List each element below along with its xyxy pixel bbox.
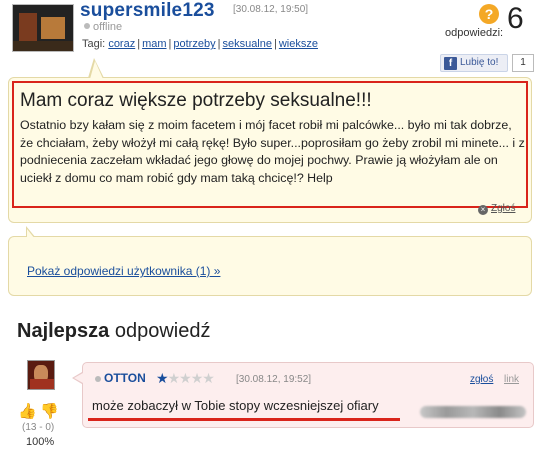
star-empty-icon: ★ [190,370,204,386]
vote-percent: 100% [26,436,55,448]
report-question-label: Zgłoś [491,203,516,214]
author-status: offline [84,21,122,33]
tag-link[interactable]: coraz [108,38,135,50]
answer-author-username[interactable]: OTTON [104,371,146,385]
thumbs-down-icon[interactable]: 👎 [40,402,59,420]
star-empty-icon: ★ [167,370,181,386]
answer-datetime: [30.08.12, 19:52] [236,374,312,385]
rating-stars: ★★★★★ [156,370,215,387]
show-user-answers-link[interactable]: Pokaż odpowiedzi użytkownika (1) » [27,264,220,278]
star-empty-icon: ★ [202,370,215,386]
bubble-tail-inner [27,229,35,239]
facebook-icon: f [444,57,457,70]
question-title: Mam coraz większe potrzeby seksualne!!! [20,90,372,111]
tag-link[interactable]: seksualne [222,38,272,50]
answers-count: 6 [507,2,524,35]
like-count: 1 [512,54,534,72]
author-username[interactable]: supersmile123 [80,0,215,22]
status-dot-icon [84,23,90,29]
tag-link[interactable]: potrzeby [173,38,215,50]
best-answer-heading-bold: Najlepsza [17,320,110,342]
answer-author-avatar[interactable] [27,360,55,390]
tag-list: Tagi: coraz | mam | potrzeby | seksualne | wieks… [82,38,318,50]
best-answer-heading-rest: odpowiedź [114,320,211,342]
tags-label: Tagi: [82,38,106,50]
thumbs-up-icon[interactable]: 👍 [18,402,37,420]
tag-link[interactable]: mam [142,38,166,50]
star-empty-icon: ★ [179,370,192,386]
bubble-tail-inner [90,61,103,79]
bubble-tail-inner [74,373,83,383]
tag-link[interactable]: wieksze [279,38,318,50]
status-text: offline [93,21,123,33]
star-filled-icon: ★ [156,370,169,386]
answer-permalink[interactable]: link [504,374,519,385]
answer-text: może zobaczył w Tobie stopy wczesniejsze… [92,398,379,413]
help-icon: ? [479,4,499,24]
question-body: Ostatnio bzy kałam się z moim facetem i … [20,118,525,185]
facebook-like-button[interactable]: f Lubię to! [440,54,508,72]
vote-count: (13 - 0) [22,422,55,433]
status-dot-icon [95,376,101,382]
blurred-signature [420,406,526,418]
report-icon: × [478,205,488,215]
like-button-label: Lubię to! [460,57,499,68]
question-datetime: [30.08.12, 19:50] [233,4,309,15]
answer-highlight-underline [88,418,400,421]
author-avatar[interactable] [12,4,74,52]
best-answer-heading: Najlepsza odpowiedź [17,320,210,343]
report-question-link[interactable]: × Zgłoś [478,203,515,215]
report-answer-link[interactable]: zgłoś [470,374,493,385]
answers-label: odpowiedzi: [445,27,504,39]
